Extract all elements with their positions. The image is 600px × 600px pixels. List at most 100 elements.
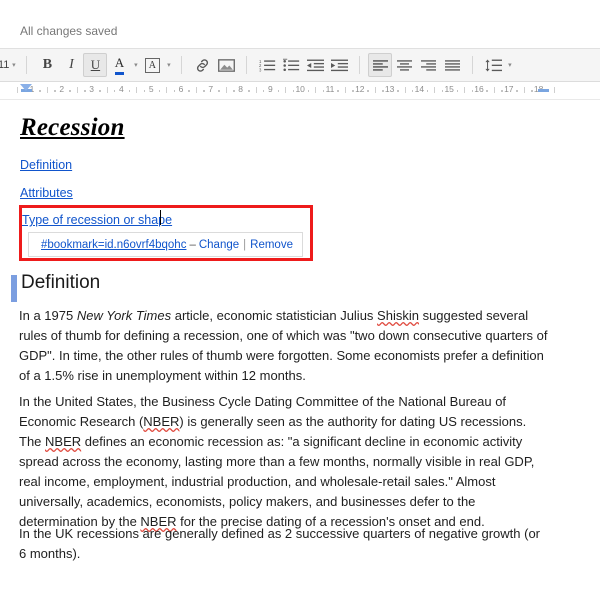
bookmark-url-link[interactable]: #bookmark=id.n6ovrf4bqohc	[41, 239, 186, 251]
bulleted-list-button[interactable]	[279, 53, 303, 77]
ruler-tick	[136, 87, 138, 93]
align-center-button[interactable]	[392, 53, 416, 77]
ruler-dot	[84, 90, 86, 92]
ruler-number: 17	[504, 84, 514, 94]
increase-indent-button[interactable]	[327, 53, 351, 77]
ruler-dot	[173, 90, 176, 92]
page-title: Recession	[20, 114, 125, 141]
ruler-dot	[367, 90, 369, 92]
ruler-dot	[411, 90, 414, 92]
ruler-tick	[46, 87, 48, 93]
ruler-number: 4	[119, 84, 124, 94]
image-icon	[217, 58, 235, 72]
toc-link-type-of-recession[interactable]: Type of recession or shape	[22, 213, 172, 227]
ruler-number: 7	[208, 84, 214, 94]
toolbar-group-style: B I U A ▾ A ▾	[31, 49, 177, 81]
ruler-dot	[441, 90, 444, 92]
highlight-color-button[interactable]: A	[140, 53, 164, 77]
ruler-dot	[99, 90, 101, 92]
ruler-dot	[471, 90, 474, 92]
line-spacing-button[interactable]	[481, 53, 505, 77]
align-right-button[interactable]	[416, 53, 440, 77]
ruler-number: 13	[384, 84, 395, 94]
para1-italic-nyt: New York Times	[76, 308, 172, 323]
decrease-indent-icon	[306, 59, 324, 71]
ruler-dot	[188, 90, 190, 92]
ruler-tick	[255, 87, 257, 93]
ruler-number: 12	[355, 84, 365, 94]
document-ruler[interactable]: 123456789101112131415161718	[0, 82, 600, 100]
ruler-number: 3	[89, 84, 94, 94]
toolbar-group-spacing: ▾	[477, 49, 518, 81]
ruler-dot	[233, 90, 235, 92]
misspelled-word-nber-1: NBER	[143, 414, 180, 429]
link-preview-bubble[interactable]: #bookmark=id.n6ovrf4bqohc – Change | Rem…	[28, 232, 303, 257]
ruler-number: 14	[414, 84, 425, 94]
ruler-dot	[531, 90, 533, 92]
underline-button[interactable]: U	[83, 53, 108, 77]
ruler-track: 123456789101112131415161718	[0, 82, 600, 99]
change-link-button[interactable]: Change	[199, 239, 239, 251]
remove-link-button[interactable]: Remove	[250, 239, 293, 251]
save-status-text: All changes saved	[20, 24, 118, 38]
toc-link-definition[interactable]: Definition	[20, 158, 72, 172]
ruler-dot	[382, 90, 384, 92]
ruler-tick	[225, 87, 227, 93]
ruler-tick	[76, 87, 78, 93]
ruler-dot	[262, 90, 265, 92]
toolbar-divider	[246, 56, 248, 74]
document-page[interactable]: Recession Definition Attributes Type of …	[0, 100, 600, 595]
bulleted-list-icon	[282, 58, 300, 71]
text-color-chevron-down-icon[interactable]: ▾	[131, 53, 140, 77]
ruler-number: 5	[148, 84, 154, 94]
toolbar-divider	[26, 56, 28, 74]
bold-button[interactable]: B	[35, 53, 59, 77]
heading-collapse-marker[interactable]	[11, 275, 17, 302]
italic-button[interactable]: I	[59, 53, 83, 77]
ruler-dot	[158, 90, 161, 92]
toolbar-group-font: 11 ▾	[0, 49, 22, 81]
left-indent-marker[interactable]	[20, 84, 32, 91]
ruler-number: 6	[178, 84, 184, 94]
font-size-selector[interactable]: 11	[0, 59, 9, 71]
ruler-tick	[553, 87, 555, 93]
ruler-dot	[456, 90, 459, 92]
ruler-tick	[285, 87, 287, 93]
right-indent-marker[interactable]	[538, 89, 549, 92]
ruler-number: 16	[474, 84, 484, 94]
toolbar-divider	[359, 56, 361, 74]
insert-image-button[interactable]	[214, 53, 238, 77]
bubble-dash: –	[189, 238, 196, 251]
decrease-indent-button[interactable]	[303, 53, 327, 77]
ruler-number: 10	[295, 84, 305, 94]
highlight-chevron-down-icon[interactable]: ▾	[164, 53, 173, 77]
ruler-number: 2	[59, 84, 65, 94]
insert-link-button[interactable]	[190, 53, 214, 77]
ruler-tick	[17, 87, 19, 93]
ruler-dot	[218, 90, 220, 92]
ruler-dot	[277, 90, 280, 92]
paragraph-2: In the United States, the Business Cycle…	[19, 392, 549, 532]
ruler-dot	[54, 90, 56, 92]
toc-link-attributes[interactable]: Attributes	[20, 186, 73, 200]
align-justify-icon	[444, 59, 460, 71]
increase-indent-icon	[330, 59, 348, 71]
ruler-dot	[516, 90, 518, 92]
ruler-number: 8	[238, 84, 243, 94]
ruler-tick	[195, 87, 197, 93]
align-right-icon	[420, 59, 436, 71]
numbered-list-button[interactable]: 1 2 3	[255, 53, 279, 77]
toolbar-divider	[472, 56, 474, 74]
ruler-dot	[322, 90, 325, 92]
ruler-dot	[248, 90, 250, 92]
link-icon	[196, 58, 208, 72]
chevron-down-icon[interactable]: ▾	[9, 53, 18, 77]
ruler-tick	[315, 87, 317, 93]
ruler-tick	[493, 87, 495, 93]
line-spacing-chevron-down-icon[interactable]: ▾	[505, 53, 514, 77]
align-left-button[interactable]	[368, 53, 393, 77]
align-justify-button[interactable]	[440, 53, 464, 77]
ruler-dot	[113, 90, 116, 92]
align-center-icon	[396, 59, 412, 71]
text-color-button[interactable]: A	[107, 53, 131, 77]
